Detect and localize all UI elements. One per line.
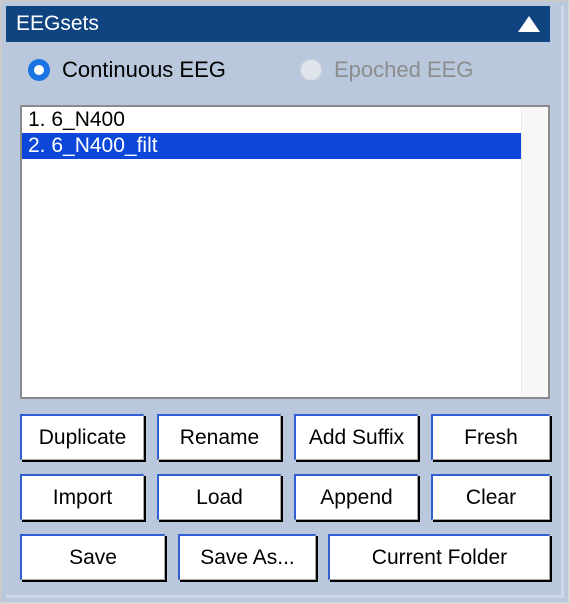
action-button-grid: Duplicate Rename Add Suffix Fresh Import… xyxy=(20,414,550,580)
radio-epoched-eeg-label: Epoched EEG xyxy=(334,57,474,82)
mode-selector: Continuous EEG Epoched EEG xyxy=(6,50,550,90)
save-as-button[interactable]: Save As... xyxy=(178,534,316,580)
current-folder-button[interactable]: Current Folder xyxy=(328,534,550,580)
list-item[interactable]: 2. 6_N400_filt xyxy=(22,133,522,159)
eegsets-panel: EEGsets Continuous EEG Epoched EEG 1. 6_… xyxy=(0,0,570,604)
triangle-up-icon[interactable] xyxy=(518,16,540,32)
load-button[interactable]: Load xyxy=(157,474,281,520)
list-scrollbar[interactable] xyxy=(521,107,548,397)
save-button[interactable]: Save xyxy=(20,534,165,580)
add-suffix-button[interactable]: Add Suffix xyxy=(294,414,418,460)
panel-title: EEGsets xyxy=(16,12,99,35)
fresh-button[interactable]: Fresh xyxy=(431,414,550,460)
eegset-list-items: 1. 6_N400 2. 6_N400_filt xyxy=(22,107,522,159)
titlebar: EEGsets xyxy=(6,6,550,42)
clear-button[interactable]: Clear xyxy=(431,474,550,520)
radio-epoched-eeg[interactable]: Epoched EEG xyxy=(300,50,473,90)
append-button[interactable]: Append xyxy=(294,474,418,520)
eegset-listbox[interactable]: 1. 6_N400 2. 6_N400_filt xyxy=(20,105,550,399)
radio-continuous-eeg[interactable]: Continuous EEG xyxy=(28,50,226,90)
duplicate-button[interactable]: Duplicate xyxy=(20,414,144,460)
radio-unselected-icon[interactable] xyxy=(300,59,322,81)
list-item[interactable]: 1. 6_N400 xyxy=(22,107,522,133)
radio-selected-icon[interactable] xyxy=(28,59,50,81)
radio-continuous-eeg-label: Continuous EEG xyxy=(62,57,226,82)
rename-button[interactable]: Rename xyxy=(157,414,281,460)
import-button[interactable]: Import xyxy=(20,474,144,520)
